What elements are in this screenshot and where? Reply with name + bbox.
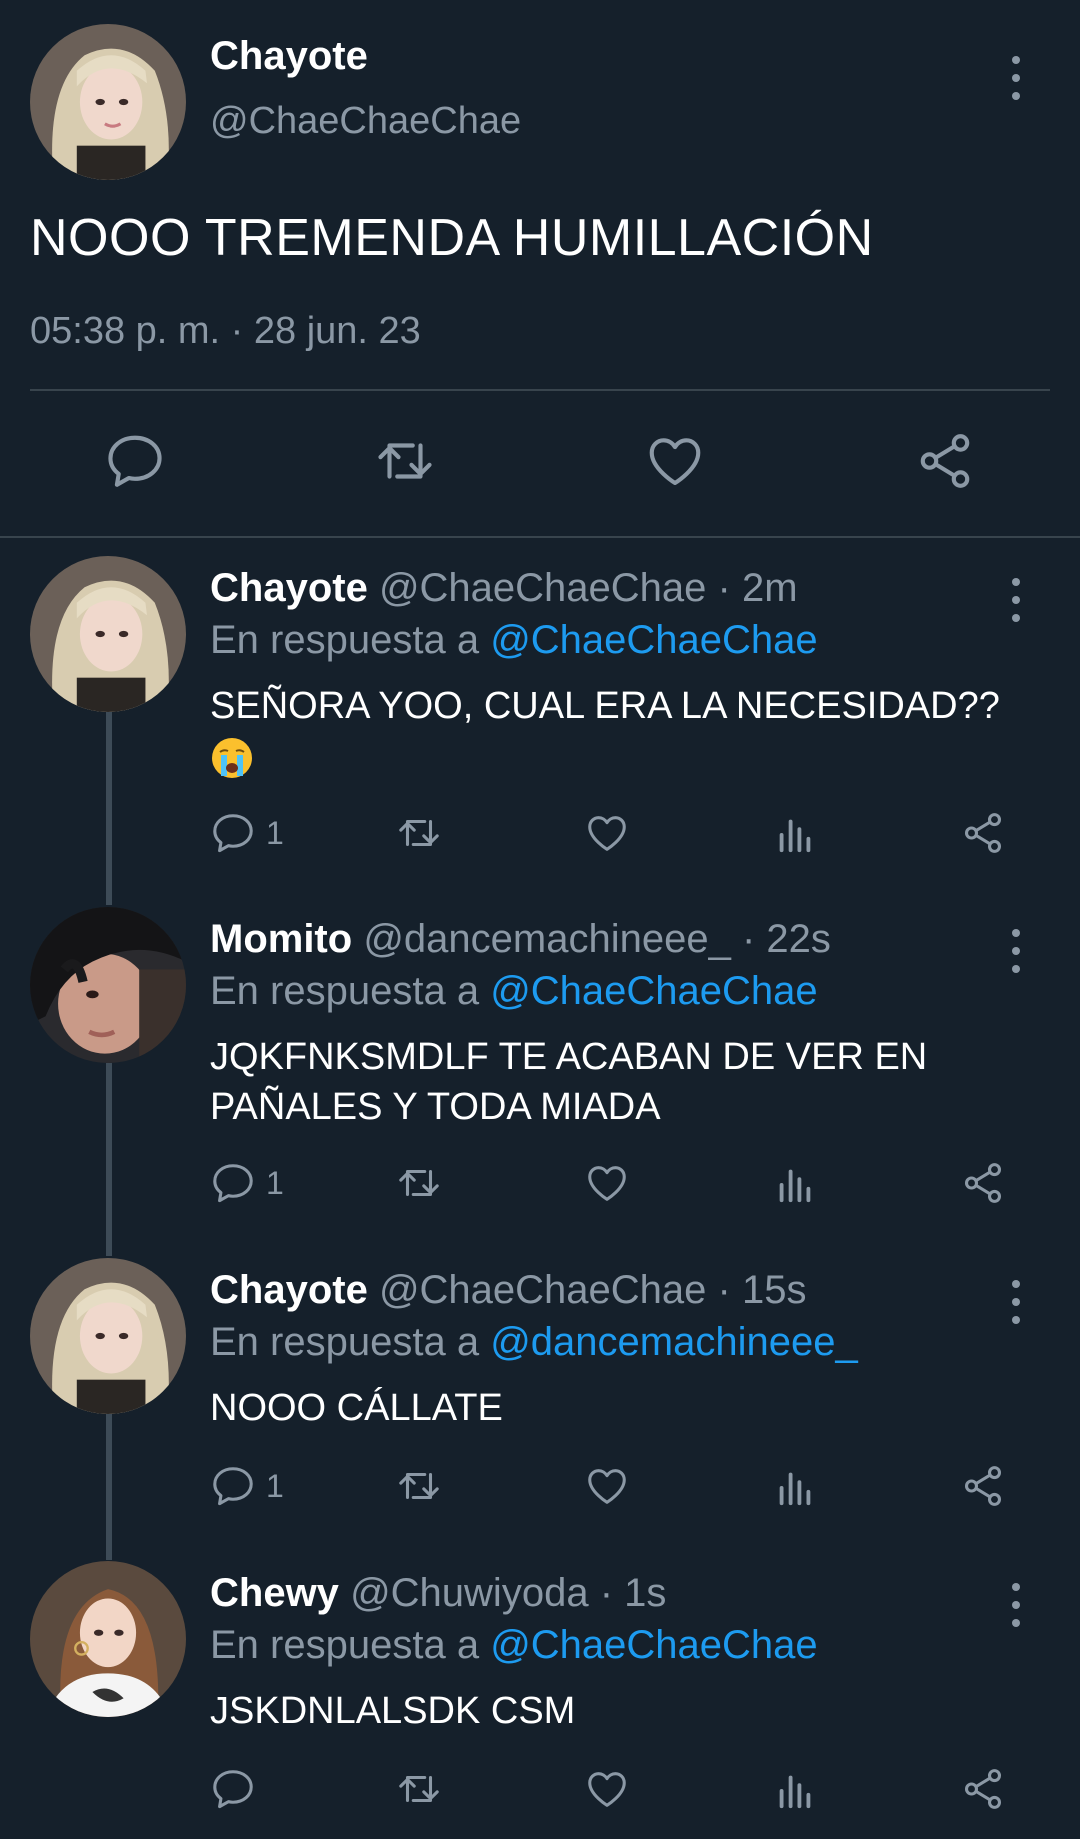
reply-button[interactable]: 1 [210,808,284,858]
more-options-icon[interactable] [1006,1280,1026,1324]
retweet-icon[interactable] [396,1764,442,1814]
more-options-icon[interactable] [1006,1583,1026,1627]
in-reply-to: En respuesta a @dancemachineee_ [210,1320,858,1365]
retweet-icon[interactable] [396,1158,442,1208]
like-icon[interactable] [584,1764,630,1814]
reply-header: Chayote @ChaeChaeChae · 15s [210,1268,806,1313]
reply-icon [213,1770,253,1809]
retweet-icon[interactable] [374,430,436,492]
in-reply-to: En respuesta a @ChaeChaeChae [210,969,818,1014]
share-icon[interactable] [960,808,1006,858]
author-name[interactable]: Chayote [210,1268,368,1312]
tweet-timestamp: 05:38 p. m. · 28 jun. 23 [30,310,421,352]
reply-actions: 1 [210,1158,1020,1208]
reply-actions [210,1764,1020,1814]
author-name[interactable]: Momito [210,917,352,961]
analytics-icon[interactable] [772,1158,818,1208]
reply-actions: 1 [210,1461,1020,1511]
share-icon[interactable] [960,1158,1006,1208]
author-name[interactable]: Chayote [210,34,368,79]
reply-header: Chewy @Chuwiyoda · 1s [210,1571,666,1616]
like-icon[interactable] [644,430,706,492]
reply-button[interactable]: 1 [210,1461,284,1511]
reply-icon [213,1164,253,1203]
reply-time: · 15s [717,1268,807,1312]
reply-count: 1 [266,814,284,851]
avatar[interactable] [30,24,186,180]
divider [0,536,1080,538]
author-name[interactable]: Chayote [210,566,368,610]
tweet-text: NOOO TREMENDA HUMILLACIÓN [30,209,874,267]
in-reply-prefix: En respuesta a [210,618,480,662]
reply-text: JQKFNKSMDLF TE ACABAN DE VER EN PAÑALES … [210,1036,928,1128]
reply-count: 1 [266,1467,284,1504]
retweet-icon[interactable] [396,808,442,858]
reply-time: · 2m [717,566,798,610]
avatar[interactable] [30,1258,186,1414]
reply-button[interactable]: 1 [210,1158,284,1208]
reply-tweet[interactable]: Chayote @ChaeChaeChae · 15s En respuesta… [0,1258,1080,1558]
author-name[interactable]: Chewy [210,1571,339,1615]
author-handle[interactable]: @ChaeChaeChae [379,566,706,610]
reply-time: · 22s [741,917,831,961]
reply-count: 1 [266,1164,284,1201]
analytics-icon[interactable] [772,808,818,858]
loudly-crying-face-icon [210,736,254,780]
more-options-icon[interactable] [1006,929,1026,973]
reply-header: Momito @dancemachineee_ · 22s [210,917,831,962]
reply-time: · 1s [599,1571,667,1615]
in-reply-prefix: En respuesta a [210,1623,480,1667]
reply-actions [210,686,1020,736]
more-options-icon[interactable] [1006,578,1026,622]
in-reply-prefix: En respuesta a [210,969,480,1013]
avatar[interactable] [30,907,186,1063]
divider [30,389,1050,391]
reply-button[interactable] [210,1764,266,1814]
analytics-icon[interactable] [772,1764,818,1814]
analytics-icon[interactable] [772,1461,818,1511]
author-handle[interactable]: @dancemachineee_ [363,917,731,961]
main-tweet: Chayote @ChaeChaeChae NOOO TREMENDA HUMI… [0,0,1080,536]
author-handle[interactable]: @Chuwiyoda [350,1571,589,1615]
in-reply-prefix: En respuesta a [210,1320,480,1364]
author-handle[interactable]: @ChaeChaeChae [379,1268,706,1312]
mention-link[interactable]: @ChaeChaeChae [490,618,817,662]
reply-header: Chayote @ChaeChaeChae · 2m [210,566,798,611]
reply-actions: 1 [210,808,1020,858]
reply-text: NOOO CÁLLATE [210,1387,503,1429]
mention-link[interactable]: @ChaeChaeChae [490,1623,817,1667]
avatar[interactable] [30,556,186,712]
like-icon[interactable] [584,808,630,858]
reply-icon [213,1467,253,1506]
in-reply-to: En respuesta a @ChaeChaeChae [210,618,818,663]
reply-text: JSKDNLALSDK CSM [210,1690,576,1732]
share-icon[interactable] [960,1461,1006,1511]
share-icon[interactable] [960,1764,1006,1814]
reply-icon [213,814,253,853]
avatar[interactable] [30,1561,186,1717]
like-icon[interactable] [584,1461,630,1511]
mention-link[interactable]: @ChaeChaeChae [490,969,817,1013]
author-handle[interactable]: @ChaeChaeChae [210,100,521,143]
more-options-icon[interactable] [1006,56,1026,100]
reply-icon[interactable] [104,430,166,492]
in-reply-to: En respuesta a @ChaeChaeChae [210,1623,818,1668]
like-icon[interactable] [584,1158,630,1208]
retweet-icon[interactable] [396,1461,442,1511]
share-icon[interactable] [914,430,976,492]
tweet-actions [0,430,1080,500]
mention-link[interactable]: @dancemachineee_ [490,1320,858,1364]
